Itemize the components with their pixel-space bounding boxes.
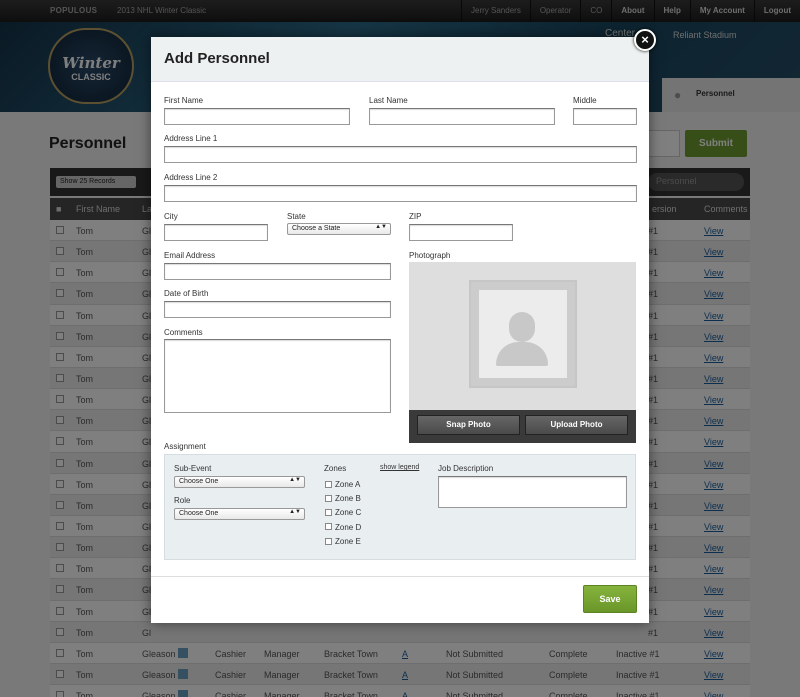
sub-event-select[interactable]: Choose One ▲▼ [174, 476, 305, 488]
upload-photo-button[interactable]: Upload Photo [525, 415, 628, 435]
role-select-value: Choose One [179, 510, 219, 517]
zone-a-label: Zone A [335, 480, 361, 489]
photo-actions: Snap Photo Upload Photo [409, 410, 636, 443]
first-name-field[interactable] [164, 108, 350, 125]
select-arrows-icon: ▲▼ [375, 224, 387, 230]
address2-label: Address Line 2 [164, 173, 218, 182]
modal-header: Add Personnel [151, 37, 649, 82]
dob-field[interactable] [164, 301, 391, 318]
zone-d-label: Zone D [335, 523, 362, 532]
zone-a-checkbox[interactable] [325, 481, 332, 488]
select-arrows-icon: ▲▼ [289, 509, 301, 515]
zones-label: Zones [324, 464, 347, 473]
state-label: State [287, 212, 306, 221]
city-field[interactable] [164, 224, 268, 241]
zip-label: ZIP [409, 212, 422, 221]
address2-field[interactable] [164, 185, 637, 202]
zip-field[interactable] [409, 224, 513, 241]
add-personnel-modal: Add Personnel First Name Last Name Middl… [151, 37, 649, 623]
state-select[interactable]: Choose a State ▲▼ [287, 223, 391, 235]
middle-label: Middle [573, 96, 597, 105]
modal-footer [151, 576, 649, 623]
zone-c-label: Zone C [335, 508, 362, 517]
zone-e-checkbox[interactable] [325, 538, 332, 545]
middle-field[interactable] [573, 108, 637, 125]
snap-photo-button[interactable]: Snap Photo [417, 415, 520, 435]
save-button[interactable]: Save [583, 585, 637, 613]
close-icon[interactable]: × [634, 29, 656, 51]
sub-event-label: Sub-Event [174, 464, 212, 473]
avatar-placeholder-icon [479, 290, 567, 378]
assignment-label: Assignment [164, 442, 206, 451]
last-name-field[interactable] [369, 108, 555, 125]
zone-d-checkbox[interactable] [325, 523, 332, 530]
zone-c-checkbox[interactable] [325, 509, 332, 516]
select-arrows-icon: ▲▼ [289, 477, 301, 483]
zone-b-checkbox[interactable] [325, 495, 332, 502]
dob-label: Date of Birth [164, 289, 209, 298]
email-label: Email Address [164, 251, 216, 260]
photo-frame [469, 280, 577, 388]
role-select[interactable]: Choose One ▲▼ [174, 508, 305, 520]
show-legend-link[interactable]: show legend [380, 464, 419, 471]
assignment-panel: Sub-Event Choose One ▲▼ Role Choose One … [164, 454, 636, 560]
first-name-label: First Name [164, 96, 204, 105]
zone-b-label: Zone B [335, 494, 361, 503]
role-label: Role [174, 496, 191, 505]
last-name-label: Last Name [369, 96, 408, 105]
zone-e-label: Zone E [335, 537, 361, 546]
address1-field[interactable] [164, 146, 637, 163]
photograph-label: Photograph [409, 251, 451, 260]
comments-label: Comments [164, 328, 203, 337]
email-field[interactable] [164, 263, 391, 280]
address1-label: Address Line 1 [164, 134, 218, 143]
sub-event-select-value: Choose One [179, 478, 219, 485]
photo-preview [409, 262, 636, 410]
state-select-value: Choose a State [292, 225, 341, 232]
city-label: City [164, 212, 178, 221]
job-description-field[interactable] [438, 476, 627, 508]
job-description-label: Job Description [438, 464, 494, 473]
comments-field[interactable] [164, 339, 391, 413]
modal-title: Add Personnel [164, 50, 270, 67]
